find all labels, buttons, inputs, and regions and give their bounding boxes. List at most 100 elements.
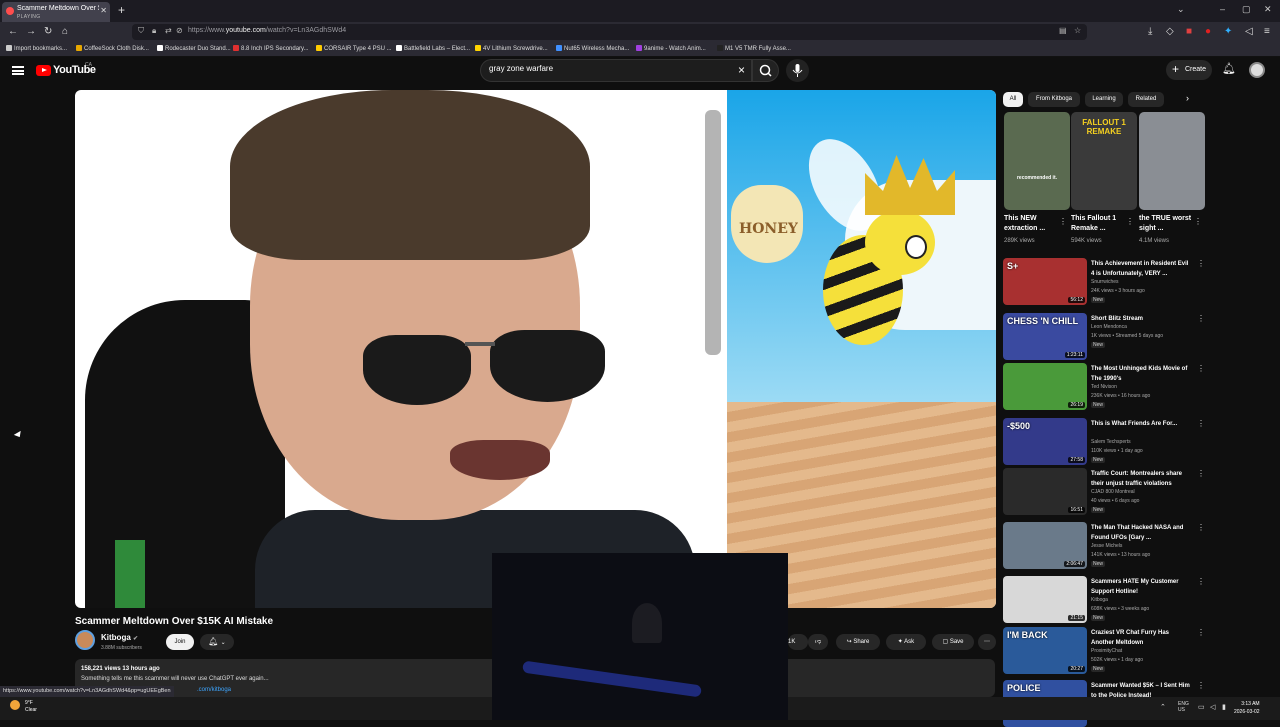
bookmark-item[interactable]: CoffeeSock Cloth Disk... (76, 45, 149, 52)
reload-icon[interactable]: ↻ (44, 26, 52, 37)
recommendation-thumbnail[interactable]: 26:19 (1003, 363, 1087, 410)
recommendation-title[interactable]: The Most Unhinged Kids Movie of The 1990… (1091, 364, 1191, 384)
weather-widget[interactable]: 9°F Clear (25, 700, 37, 714)
recommendation-channel[interactable]: Snurrwiches (1091, 279, 1119, 285)
account-avatar[interactable] (1249, 62, 1265, 78)
short-title[interactable]: This Fallout 1 Remake ... (1071, 214, 1126, 234)
speaker-icon[interactable]: ◁ (1210, 703, 1215, 711)
battery-icon[interactable]: ▮ (1222, 703, 1226, 711)
search-button[interactable] (752, 59, 779, 82)
youtube-logo-icon[interactable] (36, 65, 51, 76)
language-indicator[interactable]: ENG US (1178, 701, 1189, 713)
short-thumbnail[interactable] (1139, 112, 1205, 210)
forward-icon[interactable]: → (26, 26, 36, 37)
shield-icon[interactable]: ⛉ (138, 26, 144, 36)
recommendation-channel[interactable]: Ted Nivison (1091, 384, 1117, 390)
recommendation-title[interactable]: Scammers HATE My Customer Support Hotlin… (1091, 577, 1191, 597)
browser-tab[interactable]: Scammer Meltdown Over $15K PLAYING ✕ (2, 2, 110, 22)
bookmark-star-icon[interactable]: ☆ (1074, 26, 1081, 35)
bookmark-item[interactable]: Battlefield Labs – Elect... (396, 45, 470, 52)
lock-icon[interactable]: 🔒︎ (152, 26, 156, 36)
bookmark-item[interactable]: Rodecaster Duo Stand... (157, 45, 231, 52)
recommendation-thumbnail[interactable]: 2:06:47 (1003, 522, 1087, 569)
network-icon[interactable]: ▭ (1198, 703, 1205, 711)
volume-icon[interactable]: ◁ (1245, 26, 1253, 37)
bookmark-item[interactable]: 4V Lithium Screwdrive... (475, 45, 548, 52)
more-actions-button[interactable]: ⋯ (978, 634, 996, 650)
close-tab-icon[interactable]: ✕ (100, 6, 107, 15)
minimize-icon[interactable]: – (1220, 4, 1225, 14)
recommendation-channel[interactable]: Salem Techsperts (1091, 439, 1131, 445)
permissions-icon[interactable]: ⇄ (165, 26, 172, 35)
chevron-right-icon[interactable]: › (1186, 93, 1189, 103)
more-options-icon[interactable]: ⋮ (1197, 523, 1205, 532)
tab-list-icon[interactable]: ⌄ (1177, 4, 1185, 15)
share-button[interactable]: ↪ Share (836, 634, 880, 650)
bookmark-item[interactable]: Nut65 Wireless Mecha... (556, 45, 629, 52)
taskbar-clock[interactable]: 3:13 AM 2026-03-02 (1234, 700, 1260, 716)
recommendation-thumbnail[interactable]: 16:51 (1003, 468, 1087, 515)
maximize-icon[interactable]: ▢ (1242, 4, 1251, 15)
ask-button[interactable]: ✦ Ask (886, 634, 926, 650)
video-player[interactable]: HONEY (75, 90, 996, 608)
short-thumbnail[interactable]: FALLOUT 1 REMAKE (1071, 112, 1137, 210)
reader-view-icon[interactable]: ▤ (1059, 26, 1067, 35)
chip-all[interactable]: All (1003, 92, 1023, 107)
recommendation-channel[interactable]: Kitboga (1091, 597, 1108, 603)
more-options-icon[interactable]: ⋮ (1197, 314, 1205, 323)
weather-icon[interactable] (10, 700, 20, 710)
short-title[interactable]: the TRUE worst sight ... (1139, 214, 1194, 234)
more-options-icon[interactable]: ⋮ (1197, 681, 1205, 690)
bookmark-item[interactable]: M1 V5 TMR Fully Asse... (717, 45, 791, 52)
close-window-icon[interactable]: ✕ (1264, 4, 1272, 15)
channel-name-text[interactable]: Kitboga (101, 633, 131, 642)
address-bar[interactable]: ⛉ 🔒︎ ⇄ ⊘ https://www.youtube.com/watch?v… (132, 24, 1087, 40)
notifications-bell-icon[interactable]: 🔔︎ (1222, 62, 1236, 75)
more-options-icon[interactable]: ⋮ (1197, 469, 1205, 478)
search-box[interactable]: × (480, 59, 752, 82)
recommendation-title[interactable]: The Man That Hacked NASA and Found UFOs … (1091, 523, 1191, 543)
create-button[interactable]: + Create (1166, 60, 1212, 80)
like-button[interactable]: 1K (788, 634, 808, 650)
recommendation-channel[interactable]: Leon Mendonca (1091, 324, 1127, 330)
tracking-icon[interactable]: ⊘ (176, 26, 183, 35)
recommendation-thumbnail[interactable]: CHESS 'N CHILL 1:23:11 (1003, 313, 1087, 360)
description-link[interactable]: .com/kitboga (197, 687, 231, 693)
downloads-icon[interactable]: ⤓ (1148, 26, 1152, 37)
recommendation-title[interactable]: This Achievement in Resident Evil 4 is U… (1091, 259, 1191, 279)
more-options-icon[interactable]: ⋮ (1197, 259, 1205, 268)
save-button[interactable]: ▢ Save (932, 634, 974, 650)
recommendation-thumbnail[interactable]: I'M BACK 20:27 (1003, 627, 1087, 674)
chip-from-kitboga[interactable]: From Kitboga (1028, 92, 1080, 107)
more-options-icon[interactable]: ⋮ (1197, 577, 1205, 586)
short-title[interactable]: This NEW extraction ... (1004, 214, 1059, 234)
app-menu-icon[interactable]: ≡ (1264, 26, 1270, 37)
short-thumbnail[interactable]: recommended it. (1004, 112, 1070, 210)
search-input[interactable] (489, 64, 729, 73)
recommendation-title[interactable]: This is What Friends Are For... (1091, 419, 1191, 429)
more-options-icon[interactable]: ⋮ (1197, 628, 1205, 637)
more-options-icon[interactable]: ⋮ (1059, 217, 1067, 226)
recommendation-thumbnail[interactable]: 21:15 (1003, 576, 1087, 623)
recommendation-channel[interactable]: Jesse Michels (1091, 543, 1122, 549)
join-button[interactable]: Join (166, 634, 194, 650)
extension-red-icon[interactable]: ■ (1186, 26, 1192, 37)
bookmark-item[interactable]: 9anime - Watch Anim... (636, 45, 706, 52)
bookmark-item[interactable]: Import bookmarks... (6, 45, 67, 52)
extension-blue-icon[interactable]: ✦ (1224, 26, 1232, 37)
channel-avatar[interactable] (75, 630, 95, 650)
tray-chevron-icon[interactable]: ⌃ (1160, 703, 1166, 711)
home-icon[interactable]: ⌂ (62, 26, 68, 37)
recommendation-title[interactable]: Craziest VR Chat Furry Has Another Meltd… (1091, 628, 1191, 648)
more-options-icon[interactable]: ⋮ (1126, 217, 1134, 226)
recommendation-channel[interactable]: ProximityChat (1091, 648, 1122, 654)
recommendation-title[interactable]: Short Blitz Stream (1091, 314, 1191, 324)
more-options-icon[interactable]: ⋮ (1197, 364, 1205, 373)
bookmark-item[interactable]: CORSAIR Type 4 PSU ... (316, 45, 392, 52)
dislike-button[interactable]: 👎︎ (808, 634, 828, 650)
more-options-icon[interactable]: ⋮ (1194, 217, 1202, 226)
subscribed-bell-button[interactable]: 🔔︎ ⌄ (200, 634, 234, 650)
voice-search-button[interactable] (786, 59, 809, 82)
recommendation-thumbnail[interactable]: -$500 27:58 (1003, 418, 1087, 465)
hamburger-menu-icon[interactable] (12, 66, 24, 75)
